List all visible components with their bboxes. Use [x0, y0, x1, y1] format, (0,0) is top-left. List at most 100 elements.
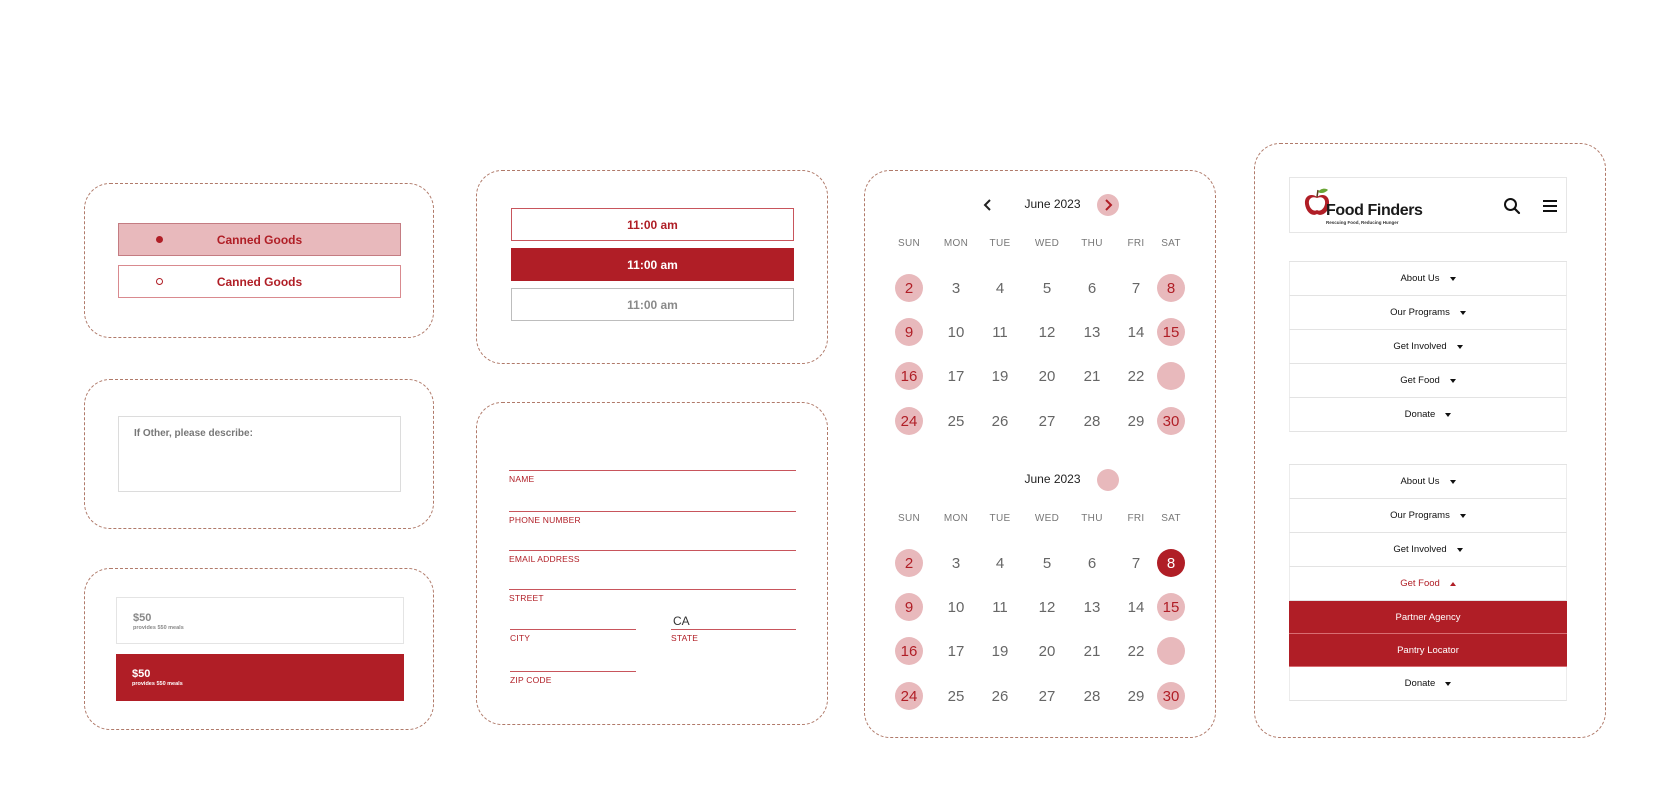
menu-item-about-us[interactable]: About Us	[1289, 262, 1567, 296]
day-cell[interactable]: 22	[1122, 637, 1150, 665]
donation-option[interactable]: $50 provides 550 meals	[116, 597, 404, 644]
day-cell[interactable]: 28	[1078, 682, 1106, 710]
day-cell[interactable]: 4	[986, 274, 1014, 302]
menu-item-get-involved[interactable]: Get Involved	[1289, 330, 1567, 364]
day-cell-empty[interactable]	[1157, 362, 1185, 390]
day-cell[interactable]: 21	[1078, 637, 1106, 665]
day-cell[interactable]: 15	[1157, 318, 1185, 346]
site-header: Food Finders Rescuing Food, Reducing Hun…	[1289, 177, 1567, 233]
time-slot-button-selected[interactable]: 11:00 am	[511, 248, 794, 281]
search-button[interactable]	[1502, 196, 1522, 216]
day-cell[interactable]: 30	[1157, 407, 1185, 435]
menu-item-donate[interactable]: Donate	[1289, 667, 1567, 701]
day-cell[interactable]: 19	[986, 637, 1014, 665]
next-month-button[interactable]	[1097, 194, 1119, 216]
menu-item-about-us[interactable]: About Us	[1289, 465, 1567, 499]
day-cell[interactable]: 6	[1078, 274, 1106, 302]
day-cell[interactable]: 24	[895, 682, 923, 710]
describe-textarea[interactable]: If Other, please describe:	[118, 416, 401, 492]
next-month-button[interactable]	[1097, 469, 1119, 491]
menu-item-our-programs[interactable]: Our Programs	[1289, 499, 1567, 533]
day-cell[interactable]: 29	[1122, 682, 1150, 710]
day-cell[interactable]: 15	[1157, 593, 1185, 621]
day-cell[interactable]: 5	[1033, 274, 1061, 302]
donation-option-selected[interactable]: $50 provides 550 meals	[116, 654, 404, 701]
street-field[interactable]	[509, 574, 796, 590]
time-slot-button-disabled[interactable]: 11:00 am	[511, 288, 794, 321]
radio-option-unselected[interactable]: Canned Goods	[118, 265, 401, 298]
prev-month-button[interactable]	[979, 196, 997, 214]
food-finders-logo[interactable]: Food Finders Rescuing Food, Reducing Hun…	[1302, 187, 1423, 227]
day-cell[interactable]: 5	[1033, 549, 1061, 577]
day-cell[interactable]: 27	[1033, 682, 1061, 710]
day-cell[interactable]: 11	[986, 318, 1014, 346]
menu-button[interactable]	[1540, 196, 1560, 216]
phone-field[interactable]	[509, 496, 796, 512]
day-cell[interactable]: 28	[1078, 407, 1106, 435]
day-cell[interactable]: 21	[1078, 362, 1106, 390]
day-cell[interactable]: 27	[1033, 407, 1061, 435]
state-field[interactable]: CA	[671, 614, 796, 630]
day-cell[interactable]: 17	[942, 362, 970, 390]
day-cell[interactable]: 26	[986, 407, 1014, 435]
day-cell[interactable]: 26	[986, 682, 1014, 710]
day-cell[interactable]: 17	[942, 637, 970, 665]
day-cell[interactable]: 14	[1122, 318, 1150, 346]
weekday-label: FRI	[1127, 513, 1145, 524]
day-cell[interactable]: 16	[895, 362, 923, 390]
day-cell[interactable]: 7	[1122, 549, 1150, 577]
day-cell[interactable]: 10	[942, 318, 970, 346]
day-cell[interactable]: 12	[1033, 593, 1061, 621]
chevron-down-icon	[1459, 310, 1466, 315]
menu-item-get-food[interactable]: Get Food	[1289, 364, 1567, 398]
logo-tagline: Rescuing Food, Reducing Hunger	[1326, 220, 1399, 225]
day-cell[interactable]: 16	[895, 637, 923, 665]
day-cell[interactable]: 22	[1122, 362, 1150, 390]
day-cell[interactable]: 14	[1122, 593, 1150, 621]
email-field[interactable]	[509, 535, 796, 551]
menu-item-donate[interactable]: Donate	[1289, 398, 1567, 432]
day-cell[interactable]: 20	[1033, 637, 1061, 665]
donation-amount: $50	[132, 668, 151, 680]
time-slot-button[interactable]: 11:00 am	[511, 208, 794, 241]
city-field[interactable]	[510, 614, 636, 630]
day-cell[interactable]: 9	[895, 318, 923, 346]
day-cell[interactable]: 7	[1122, 274, 1150, 302]
day-cell[interactable]: 8	[1157, 549, 1185, 577]
day-cell[interactable]: 13	[1078, 318, 1106, 346]
radio-dot-filled	[156, 236, 163, 243]
menu-item-get-food-open[interactable]: Get Food	[1289, 567, 1567, 601]
weekday-label: TUE	[989, 238, 1011, 249]
day-cell[interactable]: 20	[1033, 362, 1061, 390]
zip-field[interactable]	[510, 656, 636, 672]
submenu-item-partner-agency[interactable]: Partner Agency	[1289, 601, 1567, 634]
day-cell[interactable]: 11	[986, 593, 1014, 621]
day-cell[interactable]: 24	[895, 407, 923, 435]
day-cell[interactable]: 19	[986, 362, 1014, 390]
day-cell[interactable]: 30	[1157, 682, 1185, 710]
menu-item-get-involved[interactable]: Get Involved	[1289, 533, 1567, 567]
day-cell-empty[interactable]	[1157, 637, 1185, 665]
day-cell[interactable]: 25	[942, 407, 970, 435]
day-cell[interactable]: 29	[1122, 407, 1150, 435]
day-cell[interactable]: 12	[1033, 318, 1061, 346]
day-cell[interactable]: 9	[895, 593, 923, 621]
day-cell[interactable]: 4	[986, 549, 1014, 577]
day-cell[interactable]: 3	[942, 549, 970, 577]
day-cell[interactable]: 2	[895, 549, 923, 577]
day-cell[interactable]: 2	[895, 274, 923, 302]
name-field[interactable]	[509, 455, 796, 471]
submenu-item-pantry-locator[interactable]: Pantry Locator	[1289, 634, 1567, 667]
day-cell[interactable]: 3	[942, 274, 970, 302]
radio-option-selected[interactable]: Canned Goods	[118, 223, 401, 256]
day-cell[interactable]: 8	[1157, 274, 1185, 302]
day-cell[interactable]: 6	[1078, 549, 1106, 577]
describe-card: If Other, please describe:	[84, 379, 434, 529]
weekday-label: SAT	[1161, 513, 1181, 524]
weekday-label: MON	[943, 238, 969, 249]
day-cell[interactable]: 25	[942, 682, 970, 710]
menu-item-our-programs[interactable]: Our Programs	[1289, 296, 1567, 330]
day-cell[interactable]: 10	[942, 593, 970, 621]
day-cell[interactable]: 13	[1078, 593, 1106, 621]
calendar-month-title: June 2023	[1024, 197, 1081, 211]
